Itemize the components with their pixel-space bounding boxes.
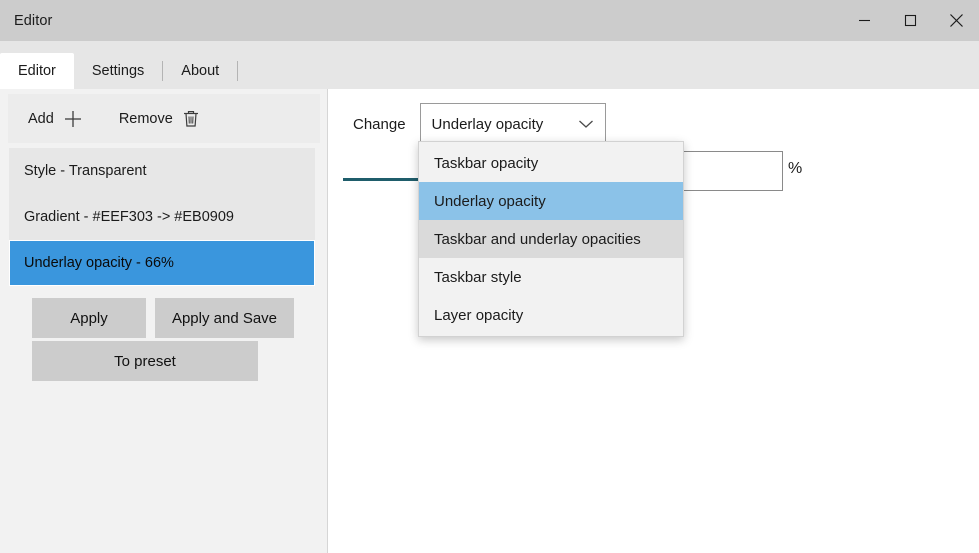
dropdown-option-layer-opacity[interactable]: Layer opacity [419, 296, 683, 334]
dropdown-option-taskbar-and-underlay-opacities[interactable]: Taskbar and underlay opacities [419, 220, 683, 258]
chevron-down-icon [578, 119, 594, 129]
list-item[interactable]: Style - Transparent [9, 148, 315, 194]
sidebar-button-row-secondary: To preset [32, 341, 258, 381]
percent-suffix-label: % [788, 160, 802, 178]
tab-editor[interactable]: Editor [0, 53, 74, 89]
app-window: Editor Editor Settings About Add [0, 0, 979, 553]
apply-button[interactable]: Apply [32, 298, 146, 338]
apply-and-save-button[interactable]: Apply and Save [155, 298, 294, 338]
plus-icon [63, 109, 83, 129]
window-title: Editor [14, 13, 52, 29]
list-item-label: Gradient - #EEF303 -> #EB0909 [24, 209, 234, 225]
sidebar: Add Remove [0, 89, 328, 553]
dropdown-option-taskbar-opacity[interactable]: Taskbar opacity [419, 144, 683, 182]
tab-about[interactable]: About [163, 53, 237, 89]
dropdown-option-label: Layer opacity [434, 307, 523, 324]
dropdown-option-label: Taskbar and underlay opacities [434, 231, 641, 248]
dropdown-option-taskbar-style[interactable]: Taskbar style [419, 258, 683, 296]
maximize-button[interactable] [887, 0, 933, 41]
tab-settings-label: Settings [92, 63, 144, 79]
tab-editor-label: Editor [18, 63, 56, 79]
change-label: Change [353, 116, 420, 133]
tab-strip: Editor Settings About [0, 41, 979, 89]
close-button[interactable] [933, 0, 979, 41]
sidebar-button-row-primary: Apply Apply and Save [32, 298, 294, 338]
to-preset-button[interactable]: To preset [32, 341, 258, 381]
tab-settings[interactable]: Settings [74, 53, 162, 89]
trash-icon [182, 109, 200, 128]
list-item-label: Underlay opacity - 66% [24, 255, 174, 271]
dropdown-option-underlay-opacity[interactable]: Underlay opacity [419, 182, 683, 220]
dropdown-option-label: Taskbar opacity [434, 155, 538, 172]
remove-button-label: Remove [119, 111, 173, 127]
title-bar: Editor [0, 0, 979, 41]
minimize-button[interactable] [841, 0, 887, 41]
add-button[interactable]: Add [20, 105, 91, 133]
add-button-label: Add [28, 111, 54, 127]
dropdown-option-label: Underlay opacity [434, 193, 546, 210]
list-item-label: Style - Transparent [24, 163, 147, 179]
change-type-combobox[interactable]: Underlay opacity [420, 103, 606, 145]
dropdown-option-label: Taskbar style [434, 269, 522, 286]
list-item-selected[interactable]: Underlay opacity - 66% [9, 240, 315, 286]
style-list: Style - Transparent Gradient - #EEF303 -… [9, 148, 315, 286]
change-row: Change Underlay opacity [353, 103, 606, 145]
remove-button[interactable]: Remove [111, 105, 208, 132]
tab-about-label: About [181, 63, 219, 79]
change-type-dropdown-list: Taskbar opacity Underlay opacity Taskbar… [418, 141, 684, 337]
tab-separator-2 [237, 61, 238, 81]
sidebar-toolbar: Add Remove [8, 94, 320, 143]
combobox-value: Underlay opacity [432, 116, 578, 133]
list-item[interactable]: Gradient - #EEF303 -> #EB0909 [9, 194, 315, 240]
